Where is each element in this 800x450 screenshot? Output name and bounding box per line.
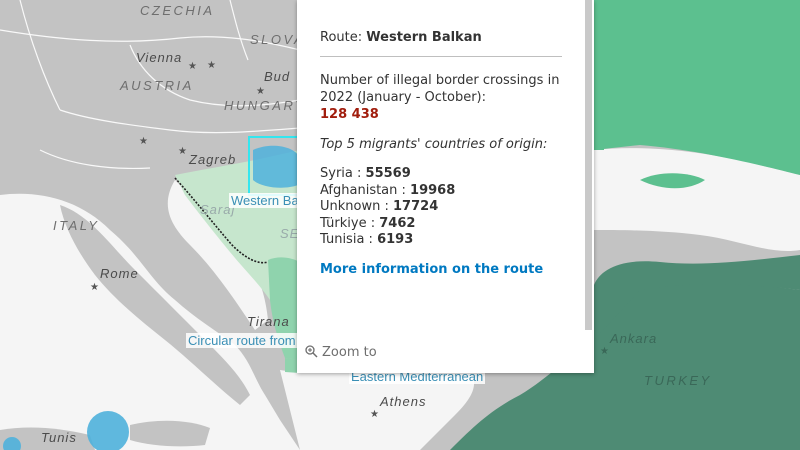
origin-value: 6193	[377, 232, 414, 247]
popup-content: Route: Western Balkan Number of illegal …	[320, 30, 562, 277]
route-label-western-balkan[interactable]: Western Ba	[229, 193, 301, 208]
crossings-value: 128 438	[320, 107, 379, 122]
origin-item: Syria : 55569	[320, 166, 411, 181]
capital-star-icon: ★	[600, 346, 609, 357]
route-title: Route: Western Balkan	[320, 30, 562, 45]
zoom-to-label: Zoom to	[322, 345, 377, 360]
origin-country: Unknown	[320, 199, 381, 214]
country-label-italy: ITALY	[53, 218, 100, 233]
city-label-zagreb: Zagreb	[189, 152, 237, 167]
origin-value: 7462	[379, 215, 416, 231]
country-label-austria: AUSTRIA	[120, 78, 194, 93]
origin-value: 55569	[365, 166, 411, 181]
divider	[320, 56, 562, 57]
origin-country: Afghanistan	[320, 182, 398, 198]
origin-item: Türkiye : 7462	[320, 215, 416, 231]
route-name: Western Balkan	[366, 30, 482, 45]
capital-star-icon: ★	[178, 146, 187, 157]
origin-item: Tunisia : 6193	[320, 232, 414, 247]
city-label-tirana: Tirana	[247, 314, 290, 329]
country-label-czechia: CZECHIA	[140, 3, 215, 18]
route-label-circular[interactable]: Circular route from	[186, 333, 298, 348]
route-info-popup: Route: Western Balkan Number of illegal …	[297, 0, 594, 373]
east-edge	[594, 0, 604, 150]
country-label-hungary: HUNGARY	[224, 98, 307, 113]
country-label-turkey: TURKEY	[644, 373, 712, 388]
city-label-tunis: Tunis	[41, 430, 77, 445]
zoom-in-icon	[305, 345, 318, 358]
capital-star-icon: ★	[370, 409, 379, 420]
origin-list: Syria : 55569 Afghanistan : 19968 Unknow…	[320, 166, 562, 249]
zoom-to-button[interactable]: Zoom to	[305, 345, 377, 360]
origin-value: 19968	[410, 182, 456, 198]
popup-scrollbar[interactable]	[585, 0, 592, 330]
capital-star-icon: ★	[256, 86, 265, 97]
origin-item: Unknown : 17724	[320, 199, 439, 214]
more-info-link[interactable]: More information on the route	[320, 262, 562, 277]
crossings-label: Number of illegal border crossings in 20…	[320, 73, 560, 105]
crossings-block: Number of illegal border crossings in 20…	[320, 72, 562, 123]
origin-item: Afghanistan : 19968	[320, 182, 456, 198]
origin-country: Syria	[320, 166, 353, 181]
city-label-vienna: Vienna	[136, 50, 183, 65]
origin-country: Türkiye	[320, 215, 367, 231]
origin-heading: Top 5 migrants' countries of origin:	[320, 137, 548, 152]
sicily-land	[130, 420, 210, 447]
capital-star-icon: ★	[139, 136, 148, 147]
origin-country: Tunisia	[320, 232, 365, 247]
capital-star-icon: ★	[188, 61, 197, 72]
origin-value: 17724	[393, 199, 439, 214]
city-label-rome: Rome	[100, 266, 139, 281]
city-label-athens: Athens	[380, 394, 427, 409]
city-label-budapest: Bud	[264, 69, 291, 84]
capital-star-icon: ★	[207, 60, 216, 71]
western-balkan-route-marker[interactable]	[253, 145, 298, 188]
capital-star-icon: ★	[90, 282, 99, 293]
city-label-ankara: Ankara	[610, 331, 658, 346]
route-prefix: Route:	[320, 30, 363, 45]
